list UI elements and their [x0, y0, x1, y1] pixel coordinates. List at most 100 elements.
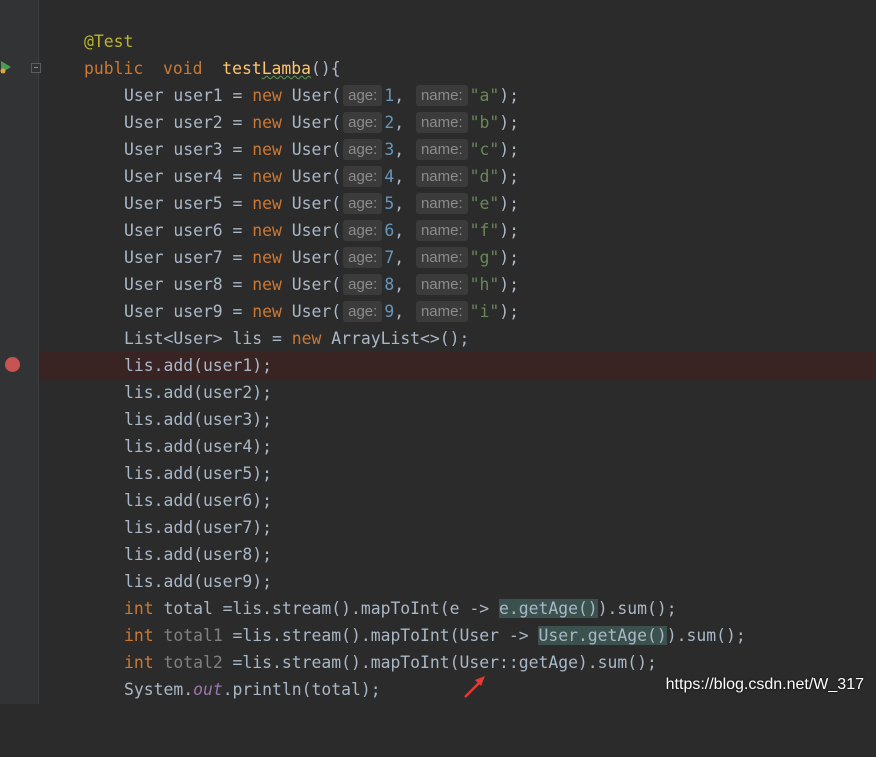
list-add-call: lis.add(user1);: [124, 356, 273, 375]
code-line: lis.add(user8);: [39, 541, 876, 568]
code-line: User user1 = new User(age: 1, name: "a");: [124, 85, 520, 106]
code-line: int total2 =lis.stream().mapToInt(User::…: [39, 649, 876, 676]
method-name-typo: Lamba: [261, 59, 312, 78]
code-line: User user4 = new User(age: 4, name: "d");: [124, 166, 520, 187]
param-hint-age: age:: [343, 193, 383, 214]
user-declaration: User user4 =: [124, 167, 253, 186]
keyword: int: [124, 653, 154, 672]
user-declaration: User user6 =: [124, 221, 253, 240]
code-line: lis.add(user3);: [39, 406, 876, 433]
code-line: lis.add(user5);: [39, 460, 876, 487]
user-constructor: User(: [291, 86, 342, 105]
breakpoint-line: lis.add(user1);: [39, 352, 876, 379]
list-add-call: lis.add(user4);: [124, 437, 273, 456]
keyword: new: [252, 140, 282, 159]
keyword: new: [252, 167, 282, 186]
list-add-call: lis.add(user7);: [124, 518, 273, 537]
name-value: "c": [469, 140, 500, 159]
keyword: public: [84, 59, 144, 78]
code-line: User user6 = new User(age: 6, name: "f");: [124, 220, 520, 241]
keyword: new: [252, 302, 282, 321]
param-hint-age: age:: [343, 274, 383, 295]
list-declaration: List<User> lis =: [124, 329, 292, 348]
age-value: 3: [384, 140, 395, 159]
param-hint-age: age:: [343, 85, 383, 106]
age-value: 6: [384, 221, 395, 240]
name-value: "a": [469, 86, 500, 105]
user-constructor: User(: [291, 302, 342, 321]
println-call: .println(total);: [222, 680, 381, 699]
keyword: new: [252, 248, 282, 267]
keyword: int: [124, 599, 154, 618]
keyword: int: [124, 626, 154, 645]
stream-expression: ).sum();: [597, 599, 677, 618]
name-value: "g": [469, 248, 500, 267]
age-value: 5: [384, 194, 395, 213]
list-add-call: lis.add(user6);: [124, 491, 273, 510]
keyword: new: [252, 275, 282, 294]
keyword: new: [252, 221, 282, 240]
system-class: System.: [124, 680, 194, 699]
param-hint-name: name:: [415, 85, 468, 106]
code-editor[interactable]: @Test public void testLamba(){ User user…: [39, 0, 876, 704]
param-hint-age: age:: [343, 166, 383, 187]
keyword: new: [291, 329, 322, 348]
code-line: lis.add(user2);: [39, 379, 876, 406]
unused-variable: total2: [153, 653, 223, 672]
age-value: 2: [384, 113, 395, 132]
param-hint-name: name:: [415, 274, 468, 295]
param-hint-age: age:: [343, 301, 383, 322]
param-hint-name: name:: [415, 301, 468, 322]
keyword: new: [252, 86, 282, 105]
age-value: 1: [384, 86, 395, 105]
code-line: lis.add(user4);: [39, 433, 876, 460]
user-declaration: User user5 =: [124, 194, 253, 213]
age-value: 4: [384, 167, 395, 186]
user-constructor: User(: [291, 248, 342, 267]
user-constructor: User(: [291, 167, 342, 186]
keyword: void: [162, 59, 203, 78]
code-line: User user9 = new User(age: 9, name: "i");: [124, 301, 520, 322]
run-test-icon[interactable]: [0, 60, 12, 74]
breakpoint-icon[interactable]: [5, 357, 20, 372]
method-name: test: [222, 59, 262, 78]
user-declaration: User user7 =: [124, 248, 253, 267]
user-declaration: User user8 =: [124, 275, 253, 294]
user-declaration: User user1 =: [124, 86, 253, 105]
param-hint-name: name:: [415, 112, 468, 133]
list-add-call: lis.add(user3);: [124, 410, 273, 429]
param-hint-age: age:: [343, 247, 383, 268]
param-hint-name: name:: [415, 247, 468, 268]
code-line: User user7 = new User(age: 7, name: "g");: [124, 247, 520, 268]
stream-expression: total =lis.stream().mapToInt(e ->: [153, 599, 499, 618]
code-line: @Test: [39, 28, 876, 55]
param-hint-name: name:: [415, 193, 468, 214]
stream-expression: =lis.stream().mapToInt(User::getAge).sum…: [222, 653, 657, 672]
user-constructor: User(: [291, 275, 342, 294]
age-value: 8: [384, 275, 395, 294]
list-add-call: lis.add(user2);: [124, 383, 273, 402]
user-declaration: User user9 =: [124, 302, 253, 321]
stream-expression: =lis.stream().mapToInt(User ->: [222, 626, 539, 645]
arraylist-constructor: ArrayList<>();: [321, 329, 470, 348]
age-value: 7: [384, 248, 395, 267]
age-value: 9: [384, 302, 395, 321]
user-constructor: User(: [291, 221, 342, 240]
code-line: List<User> lis = new ArrayList<>();: [39, 325, 876, 352]
static-field: out: [193, 680, 223, 699]
code-line: lis.add(user9);: [39, 568, 876, 595]
param-hint-age: age:: [343, 220, 383, 241]
stream-expression: ).sum();: [666, 626, 746, 645]
method-signature: (){: [311, 59, 341, 78]
code-line: User user5 = new User(age: 5, name: "e");: [124, 193, 520, 214]
param-hint-age: age:: [343, 139, 383, 160]
highlighted-expression: User.getAge(): [538, 626, 667, 645]
code-line: lis.add(user6);: [39, 487, 876, 514]
param-hint-name: name:: [415, 139, 468, 160]
code-line: public void testLamba(){: [39, 55, 876, 82]
list-add-call: lis.add(user5);: [124, 464, 273, 483]
name-value: "e": [469, 194, 500, 213]
code-line: int total1 =lis.stream().mapToInt(User -…: [39, 622, 876, 649]
unused-variable: total1: [153, 626, 223, 645]
name-value: "d": [469, 167, 500, 186]
